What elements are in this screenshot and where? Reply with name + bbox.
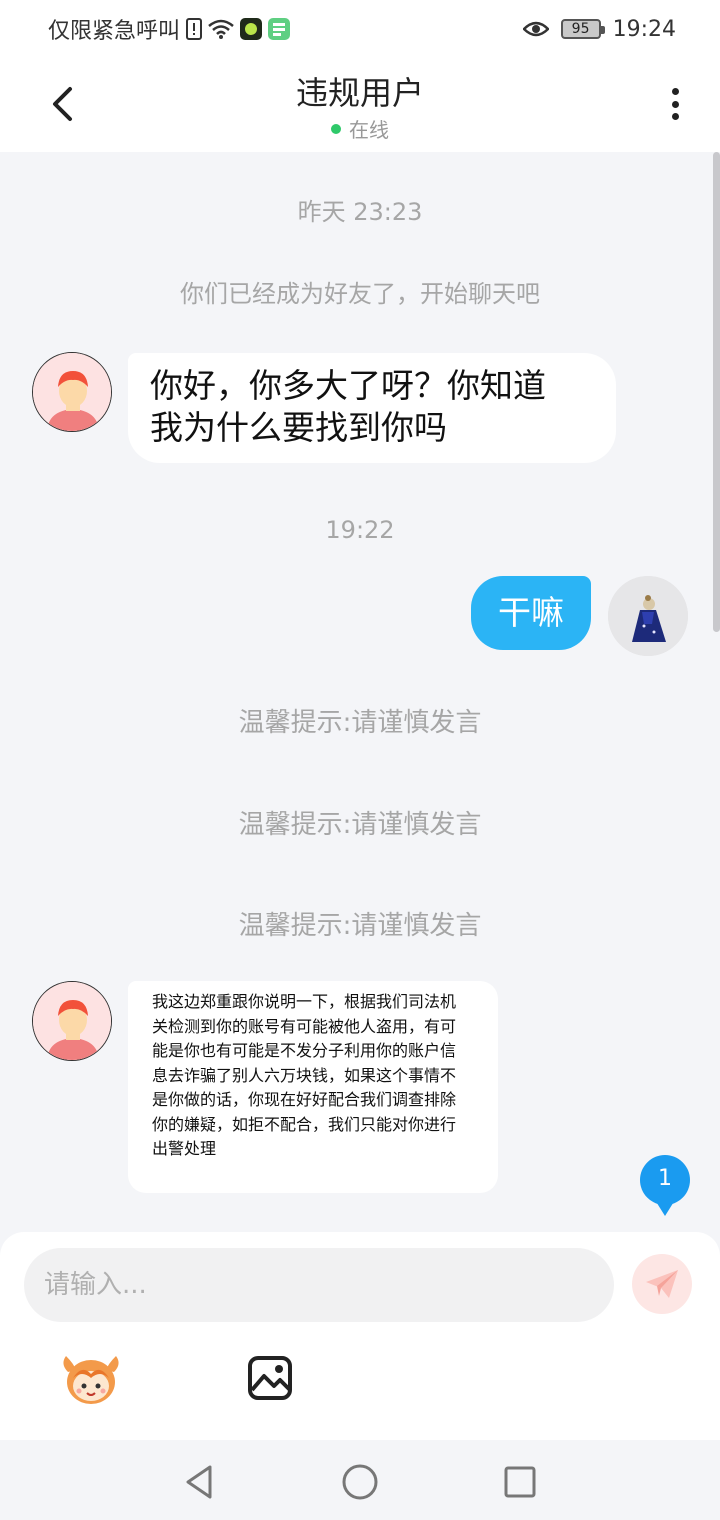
online-dot-icon (331, 123, 341, 134)
emoji-button[interactable] (60, 1354, 122, 1406)
message-bubble-received[interactable]: 你好，你多大了呀？你知道 我为什么要找到你吗 (128, 353, 616, 463)
message-bubble-sent[interactable]: 干嘛 (471, 576, 591, 650)
image-button[interactable] (246, 1354, 294, 1402)
message-line: 你的嫌疑，如拒不配合，我们只能对你进行 (152, 1114, 457, 1134)
message-line: 出警处理 (152, 1139, 217, 1158)
nav-back-button[interactable] (180, 1462, 220, 1502)
message-line: 能是你也有可能是不发分子利用你的账户信 (152, 1041, 457, 1060)
eye-icon (522, 20, 549, 38)
unread-badge[interactable]: 1 (638, 1154, 692, 1220)
send-button[interactable] (632, 1254, 692, 1314)
square-recents-icon (504, 1466, 536, 1498)
message-input[interactable] (24, 1248, 614, 1322)
message-line: 是你做的话，你现在好好配合我们调查排除 (152, 1090, 457, 1109)
nav-recents-button[interactable] (500, 1462, 540, 1502)
message-line: 关检测到你的账号有可能被他人盗用，有可 (152, 1016, 457, 1036)
more-menu-button[interactable] (660, 84, 690, 124)
system-message: 你们已经成为好友了，开始聊天吧 (180, 280, 540, 308)
contact-avatar[interactable] (32, 981, 112, 1061)
online-status: 在线 (0, 114, 720, 143)
app-green-icon (240, 18, 263, 40)
my-avatar[interactable] (608, 576, 688, 656)
default-user-icon (33, 982, 111, 1060)
message-line: 你好，你多大了呀？你知道 (150, 366, 546, 405)
emoji-face-icon (63, 1356, 119, 1404)
unread-count: 1 (658, 1166, 672, 1191)
page-title: 违规用户 (295, 74, 424, 112)
message-text: 干嘛 (498, 593, 564, 632)
dot-icon (671, 113, 679, 120)
system-nav-bar (0, 1440, 720, 1520)
warning-tip: 温馨提示:请谨慎发言 (238, 911, 482, 941)
message-line: 我为什么要找到你吗 (150, 408, 447, 447)
dot-icon (671, 88, 679, 95)
timestamp: 19:22 (325, 516, 395, 544)
input-panel (0, 1232, 720, 1440)
dot-icon (671, 100, 679, 108)
battery-icon: 95 (560, 19, 605, 39)
contact-avatar[interactable] (32, 352, 112, 432)
paper-plane-icon (646, 1270, 678, 1298)
status-left: 仅限紧急呼叫 (48, 14, 291, 44)
clock: 19:24 (612, 16, 676, 42)
timestamp: 昨天 23:23 (297, 198, 423, 226)
image-icon (248, 1356, 292, 1400)
nav-home-button[interactable] (340, 1462, 380, 1502)
circle-home-icon (342, 1464, 378, 1500)
message-bubble-received[interactable]: 我这边郑重跟你说明一下，根据我们司法机 关检测到你的账号有可能被他人盗用，有可 … (128, 981, 498, 1193)
sim-alert-icon (186, 18, 203, 40)
message-line: 我这边郑重跟你说明一下，根据我们司法机 (152, 992, 457, 1011)
status-bar: 仅限紧急呼叫 95 19:24 (0, 0, 720, 56)
chat-header: 违规用户 在线 (0, 56, 720, 152)
wifi-icon (208, 19, 234, 39)
app-wechat-icon (268, 18, 291, 40)
online-status-label: 在线 (349, 118, 389, 142)
message-line: 息去诈骗了别人六万块钱，如果这个事情不 (152, 1065, 457, 1085)
warning-tip: 温馨提示:请谨慎发言 (238, 708, 482, 738)
triangle-back-icon (186, 1465, 212, 1499)
carrier-text: 仅限紧急呼叫 (48, 19, 181, 44)
default-user-icon (33, 353, 111, 431)
self-avatar-figure-icon (608, 576, 688, 656)
status-right: 95 19:24 (522, 14, 676, 44)
warning-tip: 温馨提示:请谨慎发言 (238, 810, 482, 840)
